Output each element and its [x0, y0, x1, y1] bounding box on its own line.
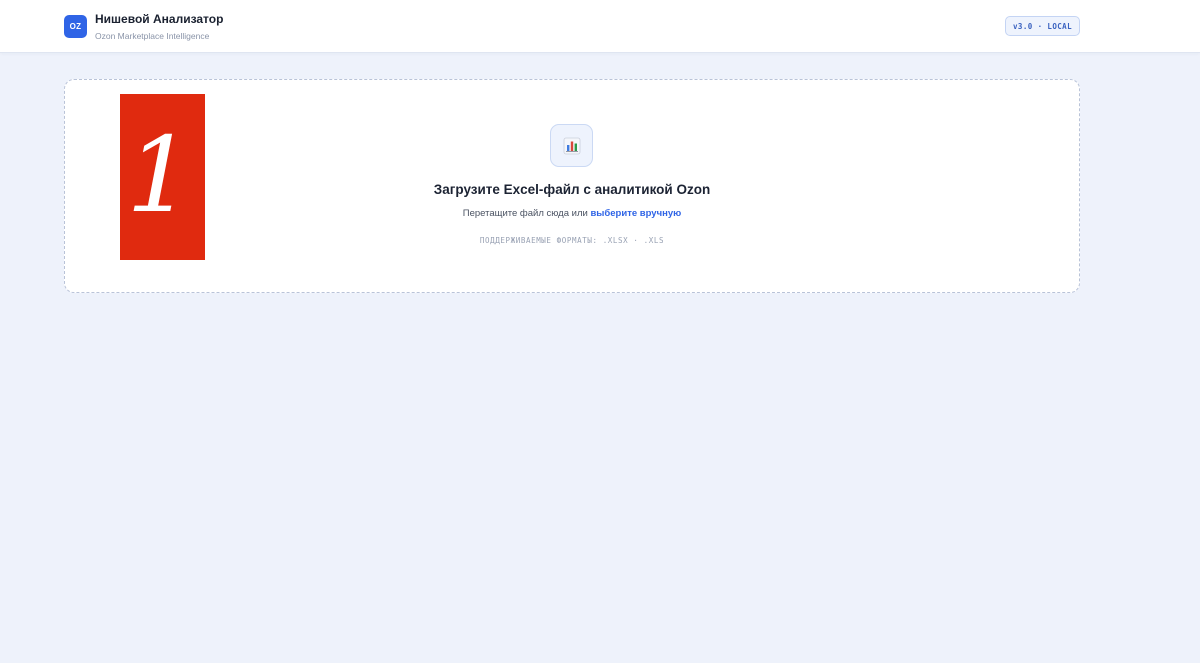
supported-formats: ПОДДЕРЖИВАЕМЫЕ ФОРМАТЫ: .XLSX · .XLS — [479, 236, 665, 245]
app-header: OZ Нишевой Анализатор Ozon Marketplace I… — [0, 0, 1200, 53]
upload-hint-text: Перетащите файл сюда или — [462, 208, 588, 219]
app-subtitle: Ozon Marketplace Intelligence — [95, 31, 210, 41]
step-number: 1 — [126, 114, 193, 236]
choose-file-link[interactable]: выберите вручную — [590, 208, 681, 219]
version-badge: v3.0 · LOCAL — [1005, 16, 1080, 36]
upload-hint: Перетащите файл сюда или выберите вручну… — [372, 208, 772, 219]
upload-icon-box — [550, 124, 593, 167]
step-number-marker: 1 — [120, 94, 205, 260]
bar-chart-icon — [563, 137, 580, 154]
upload-title: Загрузите Excel-файл с аналитикой Ozon — [433, 182, 711, 197]
app-logo: OZ — [64, 15, 87, 38]
app-title: Нишевой Анализатор — [95, 12, 224, 26]
